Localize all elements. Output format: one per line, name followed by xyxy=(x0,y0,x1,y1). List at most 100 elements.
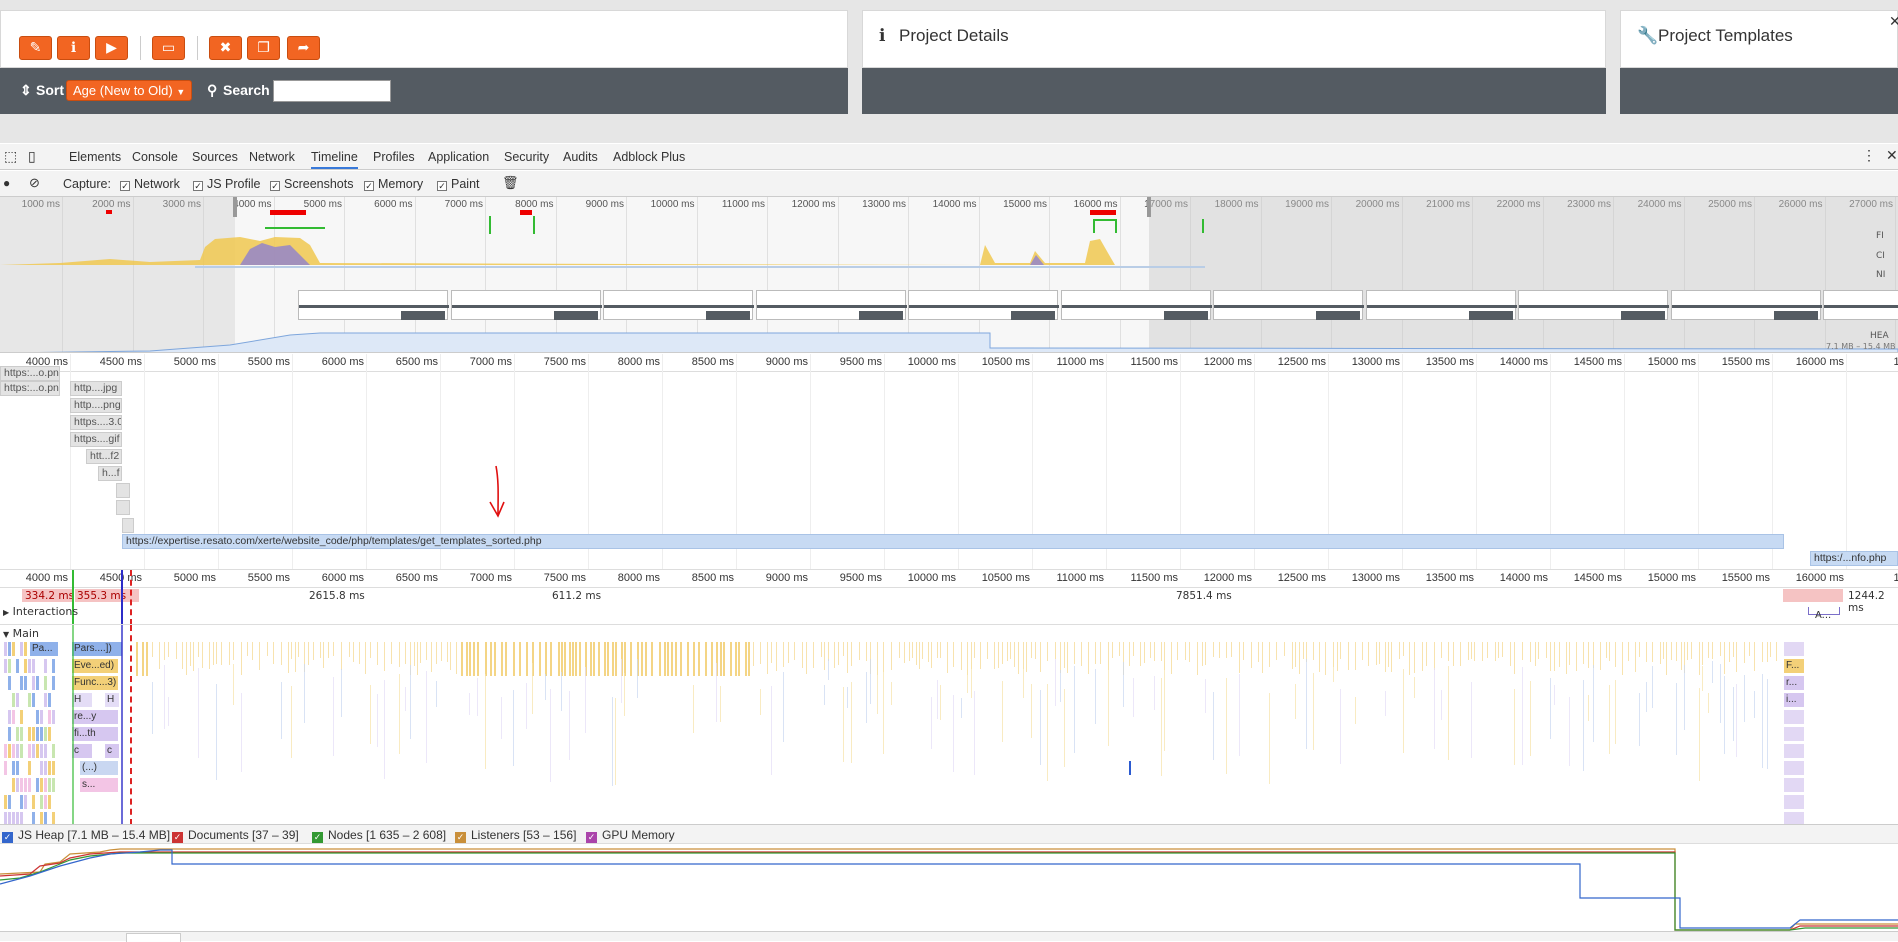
device-toolbar-icon[interactable]: ▯ xyxy=(28,148,36,165)
network-request-get-templates[interactable]: https://expertise.resato.com/xerte/websi… xyxy=(122,534,1784,549)
search-input[interactable] xyxy=(273,80,391,102)
close-icon[interactable]: ✕ xyxy=(1889,13,1898,30)
flame-stripe xyxy=(824,642,825,670)
screenshot-frame[interactable] xyxy=(1060,290,1212,320)
counter-documents[interactable]: ✓ Documents [37 – 39] xyxy=(172,828,299,843)
screenshot-frame[interactable] xyxy=(1213,290,1364,320)
screenshot-frame[interactable] xyxy=(1518,290,1669,320)
flame-entry[interactable]: c xyxy=(72,744,92,758)
main-track-toggle[interactable]: ▼ Main xyxy=(3,627,39,640)
network-request[interactable]: https:/...nfo.php xyxy=(1810,551,1898,566)
share-button[interactable]: ➦ xyxy=(287,36,320,60)
capture-paint-checkbox[interactable]: ✓ Paint xyxy=(437,177,480,191)
flame-stripe xyxy=(624,673,625,716)
flame-entry[interactable]: (...) xyxy=(80,761,118,775)
counter-nodes[interactable]: ✓ Nodes [1 635 – 2 608] xyxy=(312,828,446,843)
frame-block[interactable] xyxy=(1783,589,1843,602)
screenshot-frame[interactable] xyxy=(755,290,907,320)
capture-memory-checkbox[interactable]: ✓ Memory xyxy=(364,177,423,191)
network-request[interactable]: http....jpg xyxy=(70,381,122,396)
screenshot-frame[interactable] xyxy=(1670,290,1822,320)
network-request[interactable]: https:...o.png xyxy=(0,366,60,381)
tab-adblock-plus[interactable]: Adblock Plus xyxy=(613,150,685,164)
capture-network-checkbox[interactable]: ✓ Network xyxy=(120,177,180,191)
flame-entry[interactable]: Pa... xyxy=(30,642,58,656)
network-request[interactable]: https....gif xyxy=(70,432,122,447)
flame-entry[interactable]: re...y xyxy=(72,710,118,724)
flame-stripe xyxy=(16,744,19,758)
tab-application[interactable]: Application xyxy=(428,150,489,164)
capture-js-profile-checkbox[interactable]: ✓ JS Profile xyxy=(193,177,261,191)
screenshot-frame[interactable] xyxy=(603,290,754,320)
tab-profiles[interactable]: Profiles xyxy=(373,150,415,164)
close-devtools-icon[interactable]: ✕ xyxy=(1886,147,1898,164)
flame-stripe xyxy=(391,642,392,664)
flame-stripe xyxy=(794,642,795,660)
flame-entry[interactable]: Eve...ed) xyxy=(72,659,118,673)
network-request[interactable] xyxy=(116,483,130,498)
screenshot-frame[interactable] xyxy=(450,290,602,320)
tab-sources[interactable]: Sources xyxy=(192,150,238,164)
network-request[interactable]: https....3.0 xyxy=(70,415,122,430)
clear-icon[interactable]: ⊘ xyxy=(29,175,40,191)
flame-entry[interactable]: Func....3) xyxy=(72,676,118,690)
record-icon[interactable]: ● xyxy=(3,176,10,190)
info-button[interactable]: ℹ xyxy=(57,36,90,60)
fps-spike xyxy=(489,216,491,234)
tab-elements[interactable]: Elements xyxy=(69,150,121,164)
flame-entry[interactable]: r... xyxy=(1784,676,1804,690)
capture-screenshots-checkbox[interactable]: ✓ Screenshots xyxy=(270,177,353,191)
delete-button[interactable]: ✖ xyxy=(209,36,242,60)
flame-entry[interactable]: fi...th xyxy=(72,727,118,741)
duplicate-button[interactable]: ❐ xyxy=(247,36,280,60)
tab-security[interactable]: Security xyxy=(504,150,549,164)
tab-console[interactable]: Console xyxy=(132,150,178,164)
flame-stripe xyxy=(1313,673,1314,750)
flame-entry[interactable]: F... xyxy=(1784,659,1804,673)
network-request[interactable]: h...f xyxy=(98,466,122,481)
counter-gpu-memory[interactable]: ✓ GPU Memory xyxy=(586,828,675,843)
flame-entry[interactable] xyxy=(1129,761,1131,775)
flame-stripe xyxy=(1306,659,1307,749)
screenshot-frame[interactable] xyxy=(1823,290,1898,320)
network-request[interactable]: htt...f2 xyxy=(86,449,122,464)
screenshot-frame[interactable] xyxy=(1365,290,1517,320)
folder-button[interactable]: ▭ xyxy=(152,36,185,60)
tab-network[interactable]: Network xyxy=(249,150,295,164)
garbage-collect-icon[interactable]: 🗑 xyxy=(502,175,519,191)
tab-audits[interactable]: Audits xyxy=(563,150,598,164)
flame-stripe xyxy=(16,778,19,792)
counter-listeners[interactable]: ✓ Listeners [53 – 156] xyxy=(455,828,576,843)
flame-entry[interactable]: c xyxy=(105,744,119,758)
sort-select[interactable]: Age (New to Old) ▼ xyxy=(66,80,193,101)
inspect-element-icon[interactable]: ⬚ xyxy=(4,148,17,165)
screenshot-frame[interactable] xyxy=(298,290,449,320)
flame-stripe xyxy=(561,642,563,676)
counter-js-heap[interactable]: ✓ JS Heap [7.1 MB – 15.4 MB] xyxy=(2,828,170,843)
flame-stripe xyxy=(621,659,622,703)
network-request[interactable] xyxy=(116,500,130,515)
more-options-icon[interactable]: ⋮ xyxy=(1862,147,1876,164)
ruler-tick-label: 9500 ms xyxy=(839,572,882,584)
flame-entry[interactable]: Pars....]) xyxy=(72,642,122,656)
flame-stripe xyxy=(136,642,138,676)
ruler-tick-label: 8000 ms xyxy=(617,356,660,368)
network-request[interactable] xyxy=(122,518,134,533)
interactions-track-toggle[interactable]: ▶ Interactions xyxy=(3,605,78,618)
overview-tick-label: 14000 ms xyxy=(932,199,977,210)
tab-timeline[interactable]: Timeline xyxy=(311,150,358,169)
flame-entry[interactable]: i... xyxy=(1784,693,1804,707)
overview-window-handle-left[interactable] xyxy=(233,197,237,217)
edit-button[interactable]: ✎ xyxy=(19,36,52,60)
play-button[interactable]: ▶ xyxy=(95,36,128,60)
network-request[interactable]: https:...o.png xyxy=(0,381,60,396)
flame-entry[interactable]: H xyxy=(105,693,119,707)
timeline-overview[interactable]: 1000 ms 2000 ms 3000 ms 4000 ms 5000 ms 6000 … xyxy=(0,197,1898,353)
flame-stripe xyxy=(44,744,47,758)
overview-window-handle-right[interactable] xyxy=(1147,197,1151,217)
flame-entry[interactable]: s... xyxy=(80,778,118,792)
network-request[interactable]: http....png xyxy=(70,398,122,413)
flame-stripe xyxy=(723,642,725,676)
flame-entry[interactable]: H xyxy=(72,693,92,707)
screenshot-frame[interactable] xyxy=(908,290,1059,320)
